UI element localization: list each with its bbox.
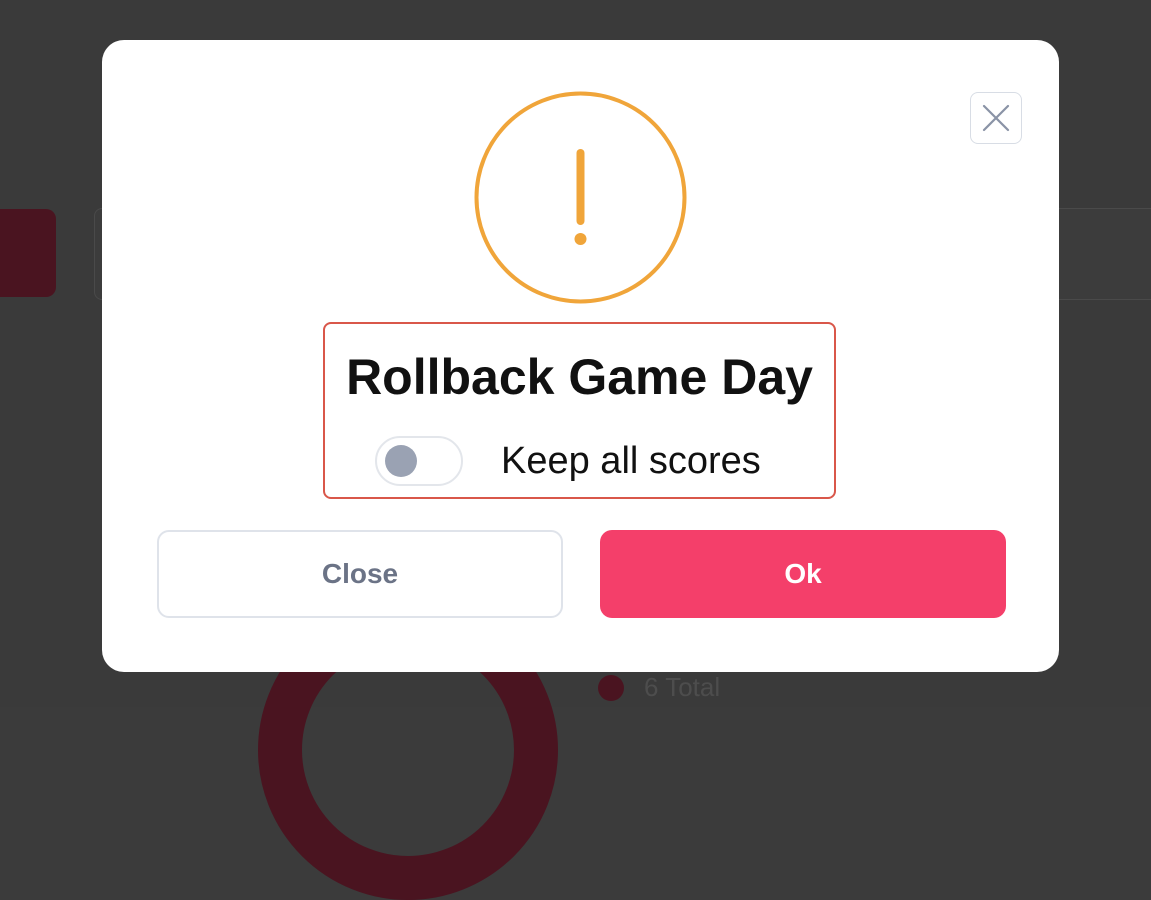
rollback-dialog: Rollback Game Day Keep all scores Close …	[102, 40, 1059, 672]
background-tab	[0, 209, 56, 297]
dismiss-button[interactable]	[970, 92, 1022, 144]
close-icon	[982, 104, 1010, 132]
legend-dot	[598, 674, 624, 701]
dialog-title: Rollback Game Day	[346, 349, 813, 405]
legend-total-text: 6 Total	[644, 672, 721, 702]
ok-button[interactable]: Ok	[600, 530, 1006, 618]
keep-scores-label: Keep all scores	[501, 439, 761, 482]
keep-scores-toggle[interactable]	[375, 436, 463, 486]
toggle-knob	[385, 445, 417, 477]
close-button[interactable]: Close	[157, 530, 563, 618]
exclamation-circle-icon	[474, 91, 687, 304]
keep-scores-row: Keep all scores	[375, 435, 761, 487]
background-legend: 6 Total	[598, 672, 720, 703]
